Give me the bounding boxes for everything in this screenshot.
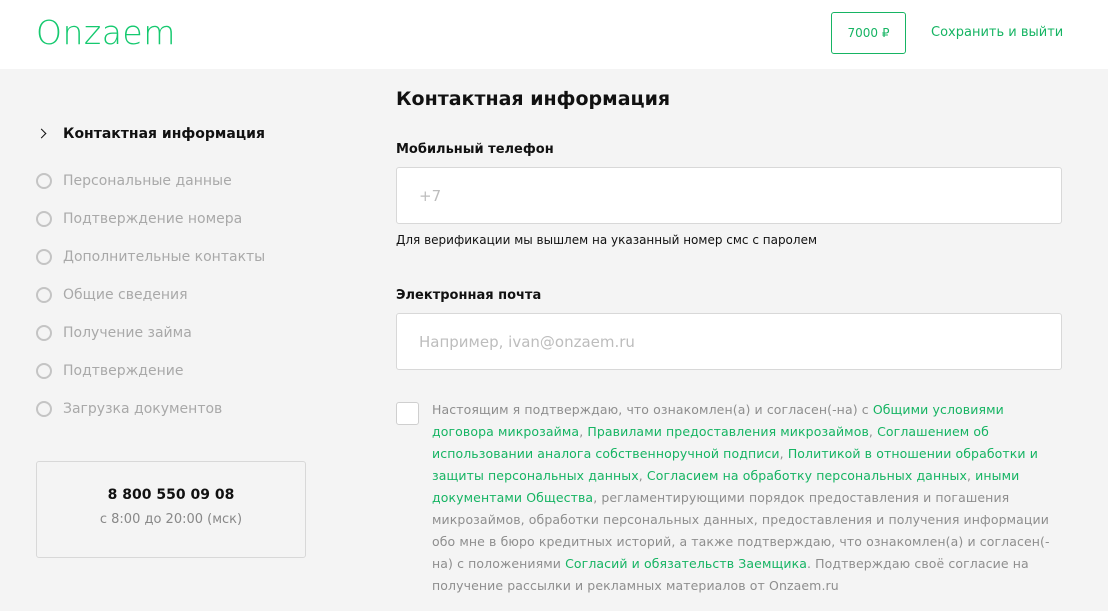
save-and-exit-link[interactable]: Сохранить и выйти <box>931 23 1063 43</box>
consent-text-fragment: , <box>779 446 788 461</box>
consent-text-fragment: , <box>638 468 647 483</box>
support-hours: с 8:00 до 20:00 (мск) <box>99 512 243 527</box>
consent-document-link[interactable]: Согласий и обязательств Заемщика <box>565 556 807 571</box>
step-label: Общие сведения <box>63 287 188 303</box>
circle-icon <box>36 211 52 227</box>
circle-icon <box>36 401 52 417</box>
consent-text-fragment: , <box>868 424 878 439</box>
consent-block: Настоящим я подтверждаю, что ознакомлен(… <box>396 399 1062 597</box>
circle-icon <box>36 249 52 265</box>
step-label: Получение займа <box>63 325 192 341</box>
step-label: Персональные данные <box>63 173 232 189</box>
circle-icon <box>36 173 52 189</box>
step-label: Подтверждение номера <box>63 211 243 227</box>
form-title: Контактная информация <box>396 88 671 110</box>
phone-label: Мобильный телефон <box>396 142 554 157</box>
loan-amount-button[interactable]: 7000 ₽ <box>831 12 906 54</box>
email-label: Электронная почта <box>396 288 542 303</box>
circle-icon <box>36 287 52 303</box>
consent-text-fragment: , <box>966 468 976 483</box>
step-label: Контактная информация <box>63 126 265 142</box>
support-phone-number[interactable]: 8 800 550 09 08 <box>37 486 305 504</box>
consent-checkbox[interactable] <box>396 402 419 425</box>
step-loan-receipt[interactable]: Получение займа <box>36 314 326 352</box>
step-documents-upload[interactable]: Загрузка документов <box>36 390 326 428</box>
step-personal-data[interactable]: Персональные данные <box>36 162 326 200</box>
step-label: Подтверждение <box>63 363 184 379</box>
circle-icon <box>36 363 52 379</box>
phone-hint: Для верификации мы вышлем на указанный н… <box>396 233 818 247</box>
phone-input[interactable]: +7 <box>396 167 1062 224</box>
consent-document-link[interactable]: Правилами предоставления микрозаймов <box>587 424 869 439</box>
step-label: Загрузка документов <box>63 401 223 417</box>
logo[interactable]: Onzaem <box>36 12 176 54</box>
step-additional-contacts[interactable]: Дополнительные контакты <box>36 238 326 276</box>
step-phone-confirmation[interactable]: Подтверждение номера <box>36 200 326 238</box>
step-confirmation[interactable]: Подтверждение <box>36 352 326 390</box>
step-contact-info[interactable]: Контактная информация <box>36 124 326 144</box>
steps-nav: Контактная информация Персональные данны… <box>36 124 326 428</box>
email-input[interactable]: Например, ivan@onzaem.ru <box>396 313 1062 370</box>
circle-icon <box>36 325 52 341</box>
step-general-info[interactable]: Общие сведения <box>36 276 326 314</box>
header: Onzaem 7000 ₽ Сохранить и выйти <box>0 0 1108 69</box>
support-phone-card: 8 800 550 09 08 с 8:00 до 20:00 (мск) <box>36 461 306 558</box>
contact-form: Контактная информация Мобильный телефон … <box>396 86 1062 597</box>
consent-text-fragment: Настоящим я подтверждаю, что ознакомлен(… <box>432 402 873 417</box>
chevron-right-icon <box>36 126 52 142</box>
consent-document-link[interactable]: Согласием на обработку персональных данн… <box>647 468 967 483</box>
consent-text: Настоящим я подтверждаю, что ознакомлен(… <box>432 399 1062 597</box>
step-label: Дополнительные контакты <box>63 249 266 265</box>
